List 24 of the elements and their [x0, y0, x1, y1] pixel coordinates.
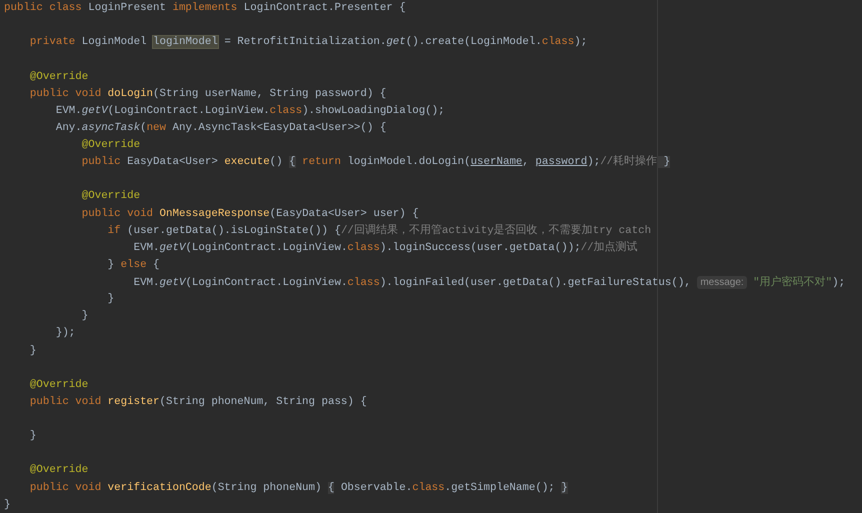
code-line: } [28, 429, 38, 444]
code-line: if (user.getData().isLoginState()) {//回调结果，不用管activity是否回收，不需要加try catch [106, 223, 652, 239]
code-line: private LoginModel loginModel = RetrofitInitialization.get().create(LoginModel.class); [28, 35, 588, 50]
code-line: public EasyData<User> execute() { return loginModel.doLogin(userName, password);//耗时操作 } [80, 154, 672, 170]
code-line: Any.asyncTask(new Any.AsyncTask<EasyData<User>>() { [54, 120, 388, 136]
code-line: public class LoginPresent implements LoginContract.Presenter { [4, 1, 407, 16]
code-line: public void OnMessageResponse(EasyData<User> user) { [80, 206, 420, 222]
code-line: } [106, 292, 116, 308]
code-line: @Override [80, 189, 142, 204]
code-line: public void verificationCode(String phoneNum) { Observable.class.getSimpleName(); } [28, 480, 569, 496]
code-line: @Override [80, 138, 142, 153]
code-line: public void register(String phoneNum, String pass) { [28, 394, 368, 410]
code-line: EVM.getV(LoginContract.LoginView.class).showLoadingDialog(); [54, 104, 446, 119]
code-line: }); [54, 326, 76, 342]
code-line: @Override [28, 463, 90, 478]
code-line: public void doLogin(String userName, String password) { [28, 86, 388, 102]
code-line: } [4, 498, 12, 513]
code-line: } [80, 309, 90, 324]
code-line: } else { [106, 258, 161, 273]
code-line: } [28, 344, 38, 358]
code-line: EVM.getV(LoginContract.LoginView.class).loginFailed(user.getData().getFailureStatus(), message: "用户密码不对"); [132, 274, 846, 291]
code-line: @Override [28, 70, 90, 84]
code-line: @Override [28, 378, 90, 393]
code-line: EVM.getV(LoginContract.LoginView.class).loginSuccess(user.getData());//加点测试 [132, 240, 639, 256]
